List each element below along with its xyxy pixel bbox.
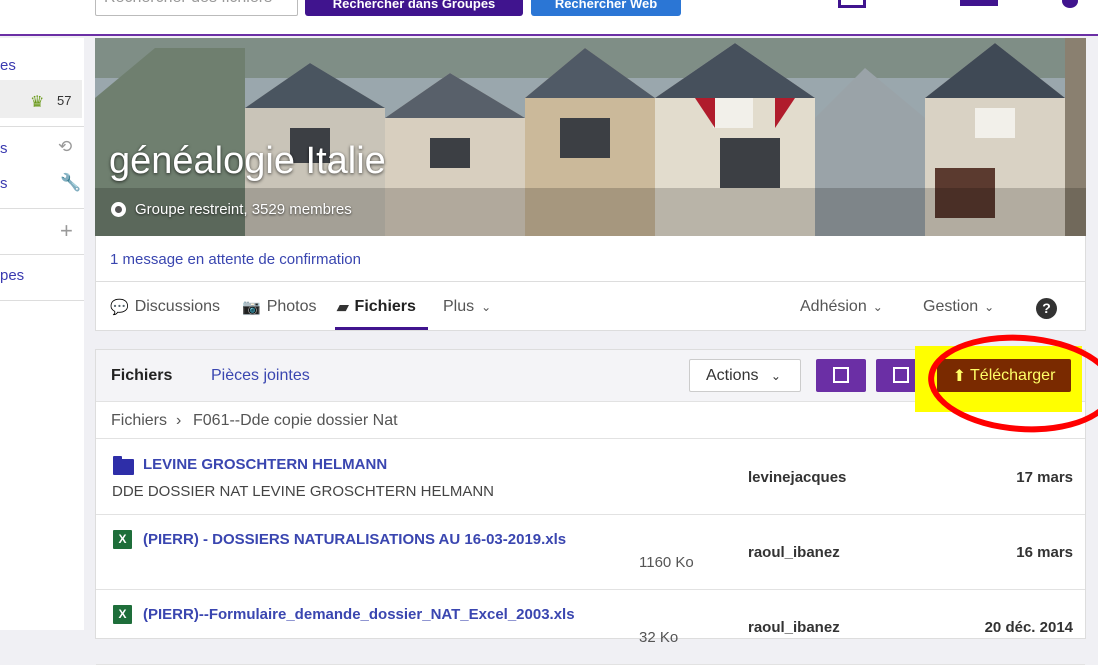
file-date: 17 mars xyxy=(1016,469,1073,486)
file-owner[interactable]: raoul_ibanez xyxy=(748,619,840,636)
top-bar: Rechercher des fichiers Rechercher dans … xyxy=(0,0,1098,36)
folder-icon: ▰ xyxy=(337,299,349,316)
file-owner[interactable]: levinejacques xyxy=(748,469,846,486)
sidebar-count: 57 xyxy=(57,93,72,108)
search-input[interactable]: Rechercher des fichiers xyxy=(95,0,298,16)
new-folder-button[interactable] xyxy=(816,359,866,392)
files-panel: Fichiers Pièces jointes Actions ⌄ ⬆ Télé… xyxy=(95,328,1098,665)
search-groups-button[interactable]: Rechercher dans Groupes xyxy=(305,0,523,16)
sidebar-item-groups[interactable]: es xyxy=(0,57,84,74)
tab-label: Fichiers xyxy=(354,298,416,315)
chevron-down-icon: ⌄ xyxy=(984,300,995,314)
pending-messages-link[interactable]: 1 message en attente de confirmation xyxy=(110,251,361,268)
sidebar-item-groups-link[interactable]: pes xyxy=(0,267,84,284)
table-row[interactable]: X (PIERR)--Formulaire_demande_dossier_NA… xyxy=(96,590,1085,665)
tab-discussions[interactable]: 💬 Discussions xyxy=(110,298,220,316)
restricted-icon xyxy=(111,202,126,217)
group-subtitle: Groupe restreint, 3529 membres xyxy=(111,201,352,218)
file-size: 32 Ko xyxy=(639,629,679,646)
new-folder-icon xyxy=(833,367,849,383)
breadcrumb-current: F061--Dde copie dossier Nat xyxy=(193,412,398,429)
file-name[interactable]: (PIERR)--Formulaire_demande_dossier_NAT_… xyxy=(143,606,575,623)
chevron-down-icon: ⌄ xyxy=(770,369,781,383)
new-file-icon xyxy=(893,367,909,383)
tab-label: Photos xyxy=(266,298,317,315)
file-name[interactable]: (PIERR) - DOSSIERS NATURALISATIONS AU 16… xyxy=(143,531,566,548)
files-header: Fichiers Pièces jointes Actions ⌄ ⬆ Télé… xyxy=(96,328,1098,439)
chevron-down-icon: ⌄ xyxy=(481,300,492,314)
breadcrumb: Fichiers › F061--Dde copie dossier Nat xyxy=(96,403,1085,439)
pending-messages-bar: 1 message en attente de confirmation xyxy=(95,236,1086,282)
discussions-icon: 💬 xyxy=(110,299,129,316)
table-row[interactable]: LEVINE GROSCHTERN HELMANN DDE DOSSIER NA… xyxy=(96,440,1085,515)
file-owner[interactable]: raoul_ibanez xyxy=(748,544,840,561)
main-content: généalogie Italie Groupe restreint, 3529… xyxy=(95,38,1098,665)
profile-icon[interactable] xyxy=(960,0,998,6)
search-web-button[interactable]: Rechercher Web xyxy=(531,0,681,16)
sync-icon[interactable]: ⟲ xyxy=(58,137,72,157)
sidebar-divider xyxy=(0,254,84,255)
sidebar-divider xyxy=(0,300,84,301)
tab-files[interactable]: ▰ Fichiers xyxy=(337,298,416,316)
group-members-text: Groupe restreint, 3529 membres xyxy=(135,201,352,218)
file-date: 16 mars xyxy=(1016,544,1073,561)
tab-label: Plus xyxy=(443,298,475,315)
plus-icon[interactable]: + xyxy=(60,218,73,244)
file-description: DDE DOSSIER NAT LEVINE GROSCHTERN HELMAN… xyxy=(112,483,495,500)
file-size: 1160 Ko xyxy=(639,554,694,571)
file-date: 20 déc. 2014 xyxy=(984,619,1073,636)
management-dropdown[interactable]: Gestion ⌄ xyxy=(923,298,994,316)
excel-icon: X xyxy=(113,530,132,549)
folder-icon xyxy=(113,456,134,475)
breadcrumb-separator: › xyxy=(176,412,182,429)
tab-label: Gestion xyxy=(923,298,979,315)
active-tab-indicator xyxy=(335,327,428,330)
breadcrumb-root[interactable]: Fichiers xyxy=(111,412,167,430)
file-name[interactable]: LEVINE GROSCHTERN HELMANN xyxy=(143,456,387,473)
group-nav-tabs: 💬 Discussions 📷 Photos ▰ Fichiers Plus ⌄… xyxy=(95,282,1086,331)
gear-icon[interactable] xyxy=(1062,0,1078,8)
excel-icon: X xyxy=(113,605,132,624)
crown-icon: ♛ xyxy=(30,94,45,111)
sidebar-divider xyxy=(0,126,84,127)
tab-photos[interactable]: 📷 Photos xyxy=(242,298,317,316)
sidebar: es ♛ 57 s ⟲ s 🔧 + pes xyxy=(0,38,84,630)
wrench-icon[interactable]: 🔧 xyxy=(60,173,81,193)
actions-dropdown[interactable]: Actions ⌄ xyxy=(689,359,801,392)
tab-attachments[interactable]: Pièces jointes xyxy=(211,367,310,385)
group-banner: généalogie Italie Groupe restreint, 3529… xyxy=(95,38,1086,236)
camera-icon: 📷 xyxy=(242,299,261,316)
tab-label: Adhésion xyxy=(800,298,867,315)
sidebar-divider xyxy=(0,208,84,209)
help-icon[interactable]: ? xyxy=(1036,298,1057,319)
tab-files-list[interactable]: Fichiers xyxy=(111,367,172,385)
actions-label: Actions xyxy=(706,367,759,384)
mail-icon[interactable] xyxy=(838,0,866,8)
tab-label: Discussions xyxy=(134,298,221,315)
tab-more[interactable]: Plus ⌄ xyxy=(443,298,491,316)
table-row[interactable]: X (PIERR) - DOSSIERS NATURALISATIONS AU … xyxy=(96,515,1085,590)
membership-dropdown[interactable]: Adhésion ⌄ xyxy=(800,298,883,316)
group-title: généalogie Italie xyxy=(109,140,386,182)
chevron-down-icon: ⌄ xyxy=(872,300,883,314)
